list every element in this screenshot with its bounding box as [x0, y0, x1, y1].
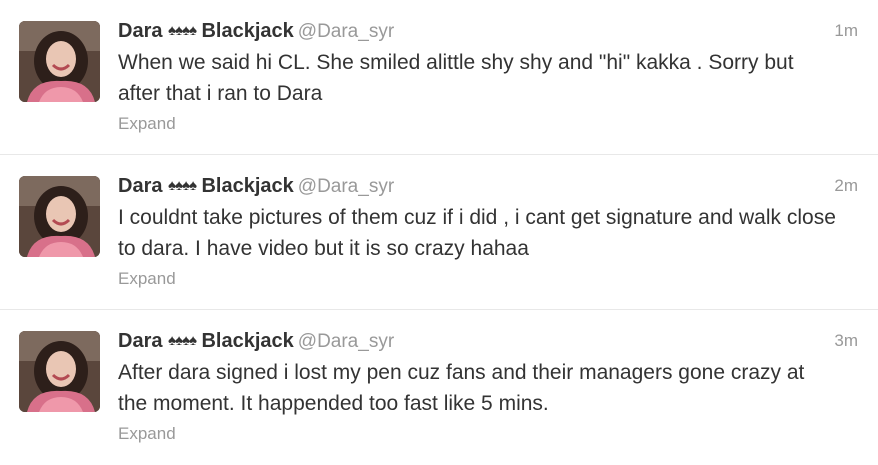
tweet-text: After dara signed i lost my pen cuz fans…: [118, 361, 805, 415]
profile-photo-icon: [19, 176, 100, 257]
author-name[interactable]: Dara ♠♠♠♠ Blackjack: [118, 175, 294, 197]
avatar[interactable]: [19, 21, 100, 102]
tweet-item[interactable]: Dara ♠♠♠♠ Blackjack @Dara_syr 2m I couldn…: [0, 155, 878, 310]
tweet-item[interactable]: Dara ♠♠♠♠ Blackjack @Dara_syr 1m When we …: [0, 0, 878, 155]
spades-icon: ♠♠♠♠: [168, 177, 197, 194]
avatar[interactable]: [19, 331, 100, 412]
tweet-text: When we said hi CL. She smiled alittle s…: [118, 51, 794, 105]
tweet-header: Dara ♠♠♠♠ Blackjack @Dara_syr: [118, 18, 394, 45]
avatar[interactable]: [19, 176, 100, 257]
profile-photo-icon: [19, 331, 100, 412]
expand-link[interactable]: Expand: [118, 269, 176, 289]
spades-icon: ♠♠♠♠: [168, 332, 197, 349]
author-username[interactable]: @Dara_syr: [298, 176, 394, 197]
author-username[interactable]: @Dara_syr: [298, 331, 394, 352]
tweet-timestamp[interactable]: 1m: [834, 21, 858, 41]
author-username[interactable]: @Dara_syr: [298, 21, 394, 42]
tweet-timestamp[interactable]: 2m: [834, 176, 858, 196]
author-name[interactable]: Dara ♠♠♠♠ Blackjack: [118, 330, 294, 352]
expand-link[interactable]: Expand: [118, 114, 176, 134]
tweet-timeline: Dara ♠♠♠♠ Blackjack @Dara_syr 1m When we …: [0, 0, 878, 465]
profile-photo-icon: [19, 21, 100, 102]
tweet-header: Dara ♠♠♠♠ Blackjack @Dara_syr: [118, 173, 394, 200]
author-name[interactable]: Dara ♠♠♠♠ Blackjack: [118, 20, 294, 42]
tweet-text: I couldnt take pictures of them cuz if i…: [118, 206, 836, 260]
spades-icon: ♠♠♠♠: [168, 22, 197, 39]
expand-link[interactable]: Expand: [118, 424, 176, 444]
tweet-item[interactable]: Dara ♠♠♠♠ Blackjack @Dara_syr 3m After da…: [0, 310, 878, 465]
tweet-header: Dara ♠♠♠♠ Blackjack @Dara_syr: [118, 328, 394, 355]
tweet-timestamp[interactable]: 3m: [834, 331, 858, 351]
